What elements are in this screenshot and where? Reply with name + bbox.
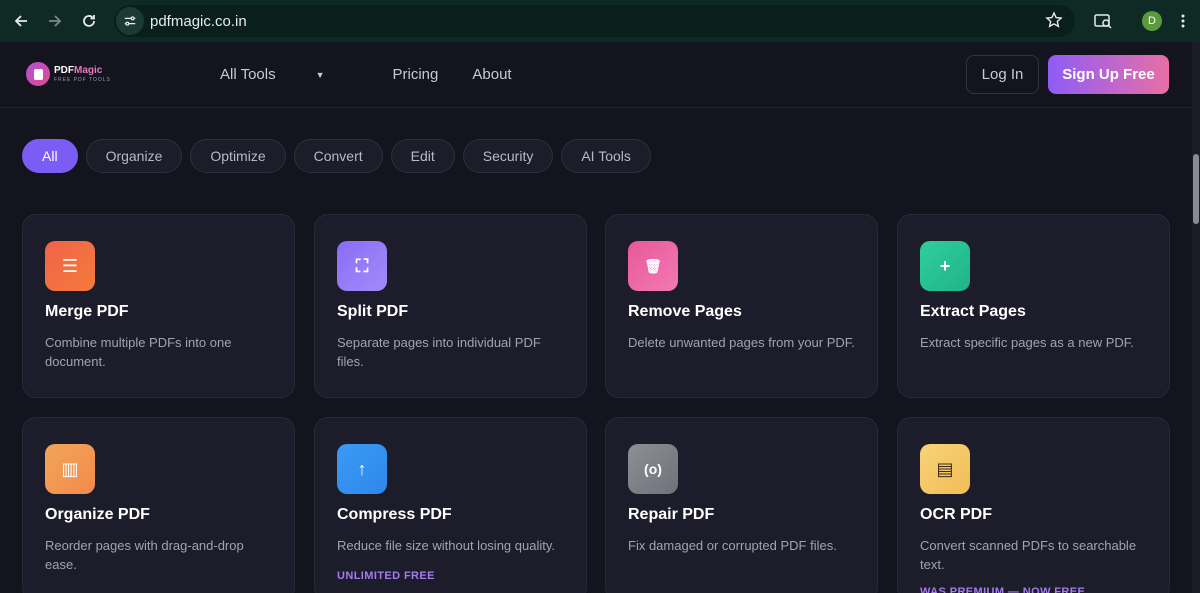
back-button[interactable] [4, 4, 38, 38]
tool-card[interactable]: ↑ Compress PDF Reduce file size without lo… [314, 417, 587, 593]
tool-title: OCR PDF [920, 506, 992, 523]
login-button[interactable]: Log In [966, 55, 1039, 94]
address-bar[interactable]: pdfmagic.co.in [114, 5, 1075, 37]
arrow-left-icon [14, 15, 27, 27]
page: PDFMagic FREE PDF TOOLS All Tools ▼ Prici… [0, 42, 1192, 593]
nav-about[interactable]: About [472, 66, 511, 83]
tool-description: Extract specific pages as a new PDF. [920, 335, 1134, 350]
tool-card[interactable]: 🗑 Remove Pages Delete unwanted pages from … [605, 214, 878, 398]
nav-all-tools-label: All Tools [220, 66, 276, 83]
logo-icon [26, 62, 50, 86]
arrow-right-icon [49, 15, 62, 27]
tool-description: Combine multiple PDFs into one document. [45, 335, 232, 369]
tool-card[interactable]: ▥ Organize PDF Reorder pages with drag-and… [22, 417, 295, 593]
forward-button[interactable] [38, 4, 72, 38]
tool-card[interactable]: ▤ OCR PDF Convert scanned PDFs to searchab… [897, 417, 1170, 593]
search-tab-icon[interactable] [1093, 11, 1113, 31]
tool-description: Reduce file size without losing quality. [337, 538, 555, 553]
reload-button[interactable] [72, 4, 106, 38]
url-text[interactable]: pdfmagic.co.in [150, 13, 247, 30]
tool-title: Remove Pages [628, 303, 742, 320]
page-scrollbar[interactable] [1192, 42, 1200, 593]
scroll-thumb[interactable] [1193, 154, 1199, 224]
site-header: PDFMagic FREE PDF TOOLS All Tools ▼ Prici… [0, 42, 1192, 108]
tool-description: Fix damaged or corrupted PDF files. [628, 538, 837, 553]
tool-description: Separate pages into individual PDF files… [337, 335, 541, 369]
tune-icon [124, 16, 136, 26]
filter-optimize[interactable]: Optimize [190, 139, 286, 173]
tool-card[interactable]: ☰ Merge PDF Combine multiple PDFs into one… [22, 214, 295, 398]
split-icon: ⛶ [337, 241, 387, 291]
main-nav: All Tools ▼ Pricing About [220, 66, 546, 83]
signup-button[interactable]: Sign Up Free [1048, 55, 1169, 94]
tool-description: Convert scanned PDFs to searchable text. [920, 538, 1137, 572]
trash-icon: 🗑 [628, 241, 678, 291]
profile-avatar[interactable]: D [1142, 11, 1162, 31]
tool-card[interactable]: (o) Repair PDF Fix damaged or corrupted PD… [605, 417, 878, 593]
nav-pricing[interactable]: Pricing [393, 66, 439, 83]
tool-badge: WAS PREMIUM — NOW FREE [920, 586, 1086, 593]
category-filters: All Organize Optimize Convert Edit Secur… [22, 139, 659, 173]
more-menu-icon[interactable] [1180, 12, 1186, 30]
browser-toolbar: pdfmagic.co.in D [0, 0, 1200, 42]
tool-title: Split PDF [337, 303, 409, 320]
logo[interactable]: PDFMagic FREE PDF TOOLS [26, 62, 111, 86]
tool-badge: UNLIMITED FREE [337, 570, 435, 582]
arrow-up-icon: ↑ [337, 444, 387, 494]
tool-description: Reorder pages with drag-and-drop ease. [45, 538, 244, 572]
site-info-button[interactable] [116, 7, 144, 35]
filter-convert[interactable]: Convert [293, 139, 383, 173]
columns-icon: ▥ [45, 444, 95, 494]
tool-card[interactable]: ⛶ Split PDF Separate pages into individual… [314, 214, 587, 398]
tool-title: Compress PDF [337, 506, 452, 523]
caret-down-icon: ▼ [315, 70, 325, 81]
logo-title-magic: Magic [74, 64, 103, 76]
star-icon[interactable] [1045, 11, 1063, 29]
reload-icon [83, 15, 95, 27]
repair-icon: (o) [628, 444, 678, 494]
nav-all-tools[interactable]: All Tools ▼ [220, 66, 359, 83]
tool-card[interactable]: + Extract Pages Extract specific pages as … [897, 214, 1170, 398]
filter-organize[interactable]: Organize [85, 139, 183, 173]
filter-ai-tools[interactable]: AI Tools [561, 139, 651, 173]
file-plus-icon: + [920, 241, 970, 291]
tool-title: Extract Pages [920, 303, 1026, 320]
document-text-icon: ▤ [920, 444, 970, 494]
filter-edit[interactable]: Edit [390, 139, 455, 173]
filter-security[interactable]: Security [462, 139, 554, 173]
list-icon: ☰ [45, 241, 95, 291]
logo-title-pdf: PDF [54, 64, 74, 76]
filter-all[interactable]: All [22, 139, 78, 173]
tool-title: Organize PDF [45, 506, 150, 523]
logo-subtitle: FREE PDF TOOLS [54, 76, 111, 83]
tool-description: Delete unwanted pages from your PDF. [628, 335, 855, 350]
tool-title: Repair PDF [628, 506, 715, 523]
tool-title: Merge PDF [45, 303, 129, 320]
